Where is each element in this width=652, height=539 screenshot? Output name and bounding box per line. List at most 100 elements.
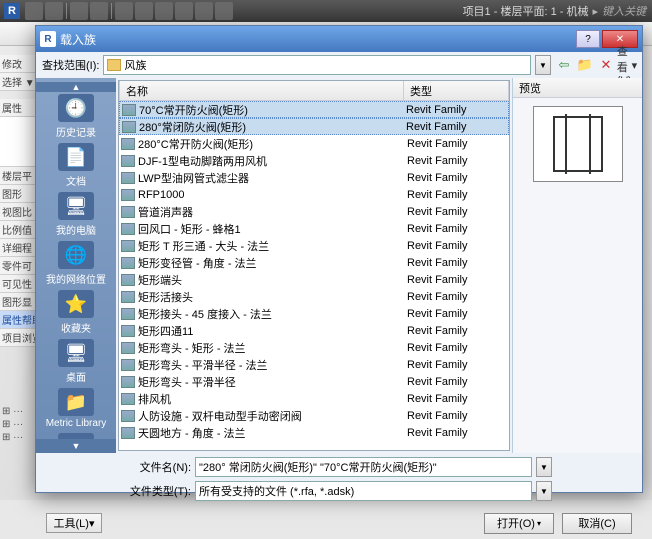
family-file-icon: [121, 427, 135, 439]
tree-node[interactable]: ⊞ ···: [2, 405, 23, 418]
tree-node[interactable]: ⊞ ···: [2, 418, 23, 431]
file-name: 矩形变径管 - 角度 - 法兰: [138, 255, 407, 271]
dropdown-arrow[interactable]: ▼: [535, 55, 551, 75]
file-name: 人防设施 - 双杆电动型手动密闭阀: [138, 408, 407, 424]
file-row[interactable]: 矩形 T 形三通 - 大头 - 法兰Revit Family: [119, 237, 509, 254]
app-logo[interactable]: R: [4, 3, 20, 19]
qat-icon[interactable]: [195, 2, 213, 20]
file-row[interactable]: DJF-1型电动脚踏两用风机Revit Family: [119, 152, 509, 169]
family-file-icon: [122, 121, 136, 133]
open-button[interactable]: 打开(O)▾: [484, 513, 554, 534]
qat-icon[interactable]: [135, 2, 153, 20]
file-type: Revit Family: [407, 138, 507, 150]
family-file-icon: [121, 240, 135, 252]
file-name: 排风机: [138, 391, 407, 407]
file-row[interactable]: 矩形接头 - 45 度接入 - 法兰Revit Family: [119, 305, 509, 322]
delete-icon[interactable]: ✕: [597, 56, 615, 74]
file-name: 矩形接头 - 45 度接入 - 法兰: [138, 306, 407, 322]
file-name: 矩形 T 形三通 - 大头 - 法兰: [138, 238, 407, 254]
file-type: Revit Family: [407, 189, 507, 201]
file-row[interactable]: 280°常闭防火阀(矩形)Revit Family: [119, 118, 509, 135]
cancel-button[interactable]: 取消(C): [562, 513, 632, 534]
file-row[interactable]: 回风口 - 矩形 - 蜂格1Revit Family: [119, 220, 509, 237]
qat-icon[interactable]: [70, 2, 88, 20]
filetype-dropdown-arrow[interactable]: ▼: [536, 481, 552, 501]
filetype-input[interactable]: 所有受支持的文件 (*.rfa, *.adsk): [195, 481, 532, 501]
qat-icon[interactable]: [45, 2, 63, 20]
file-type: Revit Family: [407, 393, 507, 405]
column-type[interactable]: 类型: [404, 81, 509, 100]
file-list-header: 名称 类型: [119, 81, 509, 101]
places-shortcut[interactable]: 🖥我的电脑: [41, 192, 111, 237]
column-name[interactable]: 名称: [119, 81, 404, 100]
file-row[interactable]: 矩形端头Revit Family: [119, 271, 509, 288]
quick-access-toolbar: R 项目1 - 楼层平面: 1 - 机械 ▸ 键入关键: [0, 0, 652, 22]
file-row[interactable]: 矩形弯头 - 平滑半径 - 法兰Revit Family: [119, 356, 509, 373]
qat-icon[interactable]: [90, 2, 108, 20]
family-file-icon: [121, 189, 135, 201]
file-row[interactable]: 矩形活接头Revit Family: [119, 288, 509, 305]
dialog-titlebar[interactable]: R 载入族 ? ✕: [36, 26, 642, 52]
file-list[interactable]: 70°C常开防火阀(矩形)Revit Family280°常闭防火阀(矩形)Re…: [119, 101, 509, 450]
filename-input[interactable]: "280° 常闭防火阀(矩形)" "70°C常开防火阀(矩形)": [195, 457, 532, 477]
file-row[interactable]: 管道消声器Revit Family: [119, 203, 509, 220]
help-button[interactable]: ?: [576, 30, 600, 48]
file-name: 280°C常开防火阀(矩形): [138, 136, 407, 152]
file-row[interactable]: 矩形弯头 - 矩形 - 法兰Revit Family: [119, 339, 509, 356]
family-file-icon: [121, 155, 135, 167]
file-name: 回风口 - 矩形 - 蜂格1: [138, 221, 407, 237]
places-shortcut[interactable]: 🕘历史记录: [41, 94, 111, 139]
chevron-right-icon: ▸: [592, 5, 598, 18]
shortcut-icon: 🕘: [58, 94, 94, 122]
file-row[interactable]: 280°C常开防火阀(矩形)Revit Family: [119, 135, 509, 152]
scroll-up-arrow[interactable]: ▲: [36, 82, 116, 92]
qat-icon[interactable]: [175, 2, 193, 20]
file-row[interactable]: 天圆地方 - 角度 - 法兰Revit Family: [119, 424, 509, 441]
qat-icon[interactable]: [215, 2, 233, 20]
file-name: 矩形活接头: [138, 289, 407, 305]
qat-icon[interactable]: [155, 2, 173, 20]
tools-dropdown[interactable]: 工具(L) ▾: [46, 513, 102, 533]
up-folder-icon[interactable]: 📁: [576, 56, 594, 74]
file-row[interactable]: 矩形弯头 - 平滑半径Revit Family: [119, 373, 509, 390]
shortcut-icon: 🖥: [58, 192, 94, 220]
load-family-dialog: R 载入族 ? ✕ 查找范围(I): 风族 ▼ ⇦ 📁 ✕ 查看(V) ▾ ▲ …: [35, 25, 643, 493]
tree-node[interactable]: ⊞ ···: [2, 431, 23, 444]
nav-icons: ⇦ 📁 ✕ 查看(V) ▾: [555, 56, 636, 74]
back-icon[interactable]: ⇦: [555, 56, 573, 74]
preview-thumbnail: [533, 106, 623, 182]
places-shortcut[interactable]: 📁Metric Library: [41, 388, 111, 429]
view-menu[interactable]: 查看(V) ▾: [618, 56, 636, 74]
file-row[interactable]: LWP型油网管式滤尘器Revit Family: [119, 169, 509, 186]
file-row[interactable]: 矩形变径管 - 角度 - 法兰Revit Family: [119, 254, 509, 271]
qat-icon[interactable]: [115, 2, 133, 20]
shortcut-label: 桌面: [41, 369, 111, 384]
family-file-icon: [121, 376, 135, 388]
qat-icon[interactable]: [25, 2, 43, 20]
places-shortcut[interactable]: 🖥桌面: [41, 339, 111, 384]
filename-dropdown-arrow[interactable]: ▼: [536, 457, 552, 477]
file-type: Revit Family: [407, 240, 507, 252]
places-shortcut[interactable]: 📄文档: [41, 143, 111, 188]
preview-label: 预览: [513, 78, 642, 98]
file-type: Revit Family: [407, 291, 507, 303]
file-row[interactable]: 矩形四通11Revit Family: [119, 322, 509, 339]
project-browser-tree[interactable]: ⊞ ··· ⊞ ··· ⊞ ···: [2, 405, 23, 444]
file-name: RFP1000: [138, 189, 407, 201]
file-row[interactable]: 70°C常开防火阀(矩形)Revit Family: [119, 101, 509, 118]
preview-pane: 预览: [512, 78, 642, 453]
file-type: Revit Family: [407, 223, 507, 235]
places-shortcut[interactable]: 🌐我的网络位置: [41, 241, 111, 286]
search-placeholder[interactable]: 键入关键: [602, 3, 646, 19]
file-row[interactable]: 人防设施 - 双杆电动型手动密闭阀Revit Family: [119, 407, 509, 424]
scroll-down-arrow[interactable]: ▼: [36, 439, 116, 453]
places-shortcut[interactable]: ⭐收藏夹: [41, 290, 111, 335]
file-row[interactable]: RFP1000Revit Family: [119, 186, 509, 203]
file-type: Revit Family: [407, 376, 507, 388]
lookin-label: 查找范围(I):: [42, 57, 99, 73]
file-row[interactable]: 排风机Revit Family: [119, 390, 509, 407]
shortcut-label: 文档: [41, 173, 111, 188]
lookin-dropdown[interactable]: 风族: [103, 55, 531, 75]
family-file-icon: [121, 138, 135, 150]
family-file-icon: [121, 172, 135, 184]
